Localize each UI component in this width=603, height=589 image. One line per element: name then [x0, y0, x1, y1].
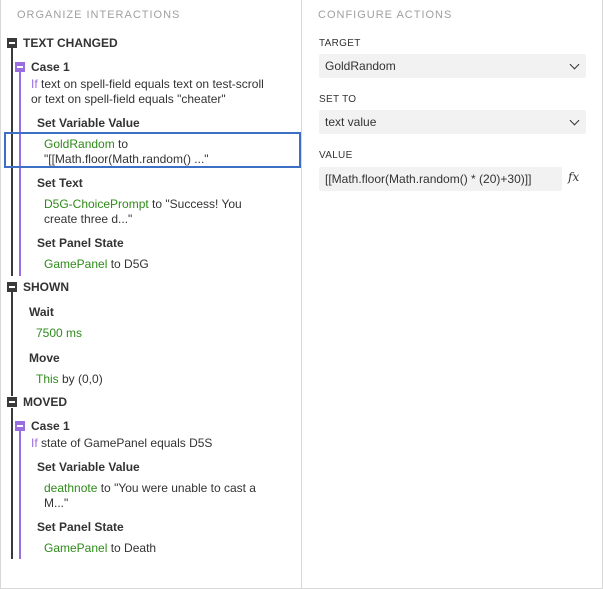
action-title[interactable]: Wait	[29, 305, 54, 319]
target-select-value: GoldRandom	[325, 59, 396, 73]
action-rest: to	[114, 137, 129, 151]
organize-interactions-panel: ORGANIZE INTERACTIONS TEXT CHANGED Case …	[1, 0, 301, 589]
condition-text-1: state of GamePanel equals D5S	[37, 436, 213, 450]
set-to-select[interactable]: text value	[319, 110, 586, 134]
action-description[interactable]: This by (0,0)	[36, 372, 103, 387]
condition-text-2: or text on spell-field equals "cheater"	[31, 92, 226, 106]
action-description[interactable]: GamePanel to Death	[44, 541, 156, 556]
set-to-select-value: text value	[325, 115, 377, 129]
event-moved[interactable]: MOVED	[7, 394, 67, 410]
action-description[interactable]: deathnote to "You were unable to cast a …	[44, 481, 256, 511]
action-target: GoldRandom	[44, 137, 115, 151]
event-label: TEXT CHANGED	[23, 36, 118, 50]
organize-interactions-title: ORGANIZE INTERACTIONS	[17, 9, 181, 21]
action-rest: to Death	[107, 541, 157, 555]
value-input[interactable]: [[Math.floor(Math.random() * (20)+30)]]	[319, 167, 562, 191]
condition-keyword: If	[31, 436, 38, 450]
action-title[interactable]: Set Text	[37, 176, 83, 190]
case-1-text-changed[interactable]: Case 1	[15, 60, 70, 74]
action-rest-2: create three d..."	[44, 212, 133, 226]
action-title[interactable]: Set Panel State	[37, 520, 124, 534]
collapse-case-icon[interactable]	[15, 421, 25, 431]
collapse-icon[interactable]	[7, 397, 17, 407]
target-label: TARGET	[319, 38, 361, 49]
action-target: This	[36, 372, 59, 386]
action-description[interactable]: GamePanel to D5G	[44, 257, 149, 272]
action-target: GamePanel	[44, 541, 108, 555]
collapse-icon[interactable]	[7, 38, 17, 48]
target-select[interactable]: GoldRandom	[319, 54, 586, 78]
case-connector-line	[19, 431, 21, 559]
action-description[interactable]: GoldRandom to "[[Math.floor(Math.random(…	[44, 137, 209, 167]
action-rest: to "Success! You	[148, 197, 242, 211]
action-target: 7500 ms	[36, 326, 83, 340]
chevron-down-icon	[569, 59, 580, 70]
case-1-moved[interactable]: Case 1	[15, 419, 70, 433]
event-connector-line	[11, 292, 13, 396]
chevron-down-icon	[569, 115, 580, 126]
function-fx-icon[interactable]: fx	[568, 170, 579, 184]
action-title[interactable]: Set Variable Value	[37, 460, 140, 474]
action-rest-2: "[[Math.floor(Math.random() ..."	[44, 152, 209, 166]
action-description[interactable]: 7500 ms	[36, 326, 82, 341]
action-target: deathnote	[44, 481, 98, 495]
event-text-changed[interactable]: TEXT CHANGED	[7, 35, 118, 51]
action-target: GamePanel	[44, 257, 108, 271]
condition-text-1: text on spell-field equals text on test-…	[37, 77, 264, 91]
set-to-label: SET TO	[319, 94, 357, 105]
condition-keyword: If	[31, 77, 38, 91]
action-rest: by (0,0)	[58, 372, 103, 386]
configure-actions-title: CONFIGURE ACTIONS	[318, 9, 453, 21]
action-rest: to "You were unable to cast a	[97, 481, 256, 495]
action-description[interactable]: D5G-ChoicePrompt to "Success! You create…	[44, 197, 242, 227]
event-label: MOVED	[23, 395, 68, 409]
event-shown[interactable]: SHOWN	[7, 279, 69, 295]
case-condition[interactable]: If text on spell-field equals text on te…	[31, 77, 296, 107]
case-connector-line	[19, 72, 21, 276]
action-target: D5G-ChoicePrompt	[44, 197, 149, 211]
case-condition[interactable]: If state of GamePanel equals D5S	[31, 436, 296, 451]
configure-actions-panel: CONFIGURE ACTIONS TARGET GoldRandom SET …	[302, 0, 602, 589]
action-rest: to D5G	[107, 257, 149, 271]
collapse-case-icon[interactable]	[15, 62, 25, 72]
case-label: Case 1	[31, 419, 70, 433]
action-title[interactable]: Move	[29, 351, 60, 365]
value-label: VALUE	[319, 150, 353, 161]
action-title[interactable]: Set Variable Value	[37, 116, 140, 130]
case-label: Case 1	[31, 60, 70, 74]
collapse-icon[interactable]	[7, 282, 17, 292]
event-label: SHOWN	[23, 280, 69, 294]
value-input-text: [[Math.floor(Math.random() * (20)+30)]]	[325, 172, 532, 186]
event-connector-line	[11, 408, 13, 559]
action-title[interactable]: Set Panel State	[37, 236, 124, 250]
action-rest-2: M..."	[44, 496, 69, 510]
